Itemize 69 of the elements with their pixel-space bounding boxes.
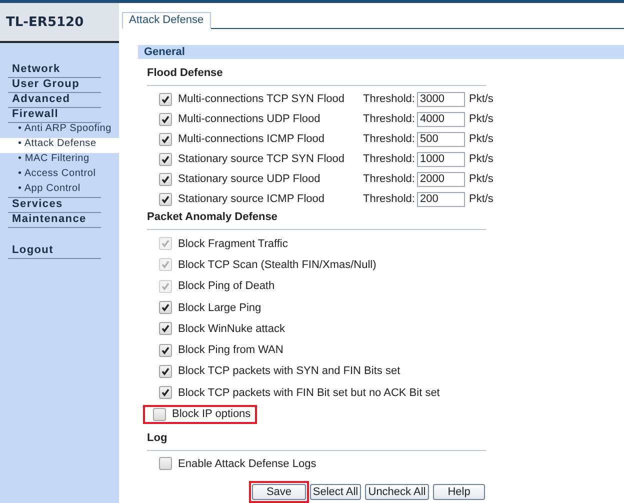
option-label: Multi-connections ICMP Flood bbox=[178, 133, 326, 145]
sidebar-item[interactable]: Network bbox=[8, 63, 101, 78]
sidebar-item[interactable]: Logout bbox=[8, 244, 101, 259]
option-label: Enable Attack Defense Logs bbox=[178, 458, 316, 470]
checkbox[interactable] bbox=[159, 386, 172, 400]
action-button[interactable]: Uncheck All bbox=[365, 484, 429, 500]
option-label: Block Large Ping bbox=[178, 302, 262, 314]
threshold-field[interactable]: 2000 bbox=[416, 172, 465, 186]
sidebar-item[interactable]: Firewall bbox=[8, 108, 101, 123]
checkbox[interactable] bbox=[159, 172, 172, 186]
group-heading: Packet Anomaly Defense bbox=[147, 210, 486, 230]
option-label: Multi-connections TCP SYN Flood bbox=[178, 93, 346, 105]
checkbox[interactable] bbox=[159, 112, 172, 126]
tab[interactable]: Attack Defense bbox=[122, 12, 211, 29]
option-label: Stationary source UDP Flood bbox=[178, 173, 322, 185]
unit-label: Pkt/s bbox=[468, 173, 494, 185]
checkbox[interactable] bbox=[159, 152, 172, 166]
threshold-label: Threshold: bbox=[363, 133, 415, 145]
sidebar-item[interactable]: • Access Control bbox=[0, 168, 119, 183]
checkbox[interactable] bbox=[159, 457, 172, 470]
sidebar-item[interactable]: • App Control bbox=[8, 183, 101, 198]
option-label: Multi-connections UDP Flood bbox=[178, 113, 322, 125]
threshold-field[interactable]: 200 bbox=[416, 192, 465, 206]
checkbox[interactable] bbox=[159, 92, 172, 106]
option-label: Stationary source TCP SYN Flood bbox=[178, 153, 346, 165]
threshold-field[interactable]: 3000 bbox=[416, 92, 465, 106]
sidebar-item[interactable]: • Anti ARP Spoofing bbox=[0, 123, 119, 138]
threshold-label: Threshold: bbox=[363, 193, 415, 205]
unit-label: Pkt/s bbox=[468, 193, 494, 205]
sidebar-item[interactable]: Services bbox=[8, 198, 101, 213]
option-label: Block Ping of Death bbox=[178, 280, 275, 292]
option-label: Block Fragment Traffic bbox=[178, 238, 288, 250]
action-button[interactable]: Save bbox=[252, 484, 306, 500]
checkbox[interactable] bbox=[159, 301, 172, 314]
option-label: Block IP options bbox=[172, 408, 251, 420]
checkbox[interactable] bbox=[159, 364, 172, 378]
threshold-label: Threshold: bbox=[363, 93, 415, 105]
option-label: Block TCP packets with SYN and FIN Bits set bbox=[178, 365, 400, 378]
sidebar-item[interactable]: • Attack Defense bbox=[0, 138, 119, 153]
option-label: Block TCP Scan (Stealth FIN/Xmas/Null) bbox=[178, 258, 376, 271]
sidebar-item[interactable]: • MAC Filtering bbox=[0, 153, 119, 168]
action-button[interactable]: Select All bbox=[310, 484, 361, 500]
checkbox[interactable] bbox=[159, 322, 172, 336]
option-label: Block Ping from WAN bbox=[178, 344, 284, 356]
device-model: TL-ER5120 bbox=[0, 3, 119, 43]
option-label: Block WinNuke attack bbox=[178, 322, 285, 335]
section-header: General bbox=[138, 45, 624, 59]
sidebar-item[interactable]: Maintenance bbox=[8, 213, 101, 228]
threshold-label: Threshold: bbox=[363, 153, 415, 165]
checkbox[interactable] bbox=[159, 192, 172, 206]
group-heading: Log bbox=[147, 430, 486, 451]
unit-label: Pkt/s bbox=[468, 93, 494, 105]
option-label: Block TCP packets with FIN Bit set but no ACK Bit set bbox=[178, 386, 440, 399]
checkbox[interactable] bbox=[153, 408, 166, 421]
action-button[interactable]: Help bbox=[433, 484, 485, 500]
unit-label: Pkt/s bbox=[468, 113, 494, 125]
unit-label: Pkt/s bbox=[468, 133, 494, 145]
sidebar-item[interactable]: Advanced bbox=[8, 93, 101, 108]
threshold-field[interactable]: 4000 bbox=[416, 112, 465, 126]
checkbox[interactable] bbox=[159, 344, 172, 357]
checkbox[interactable] bbox=[159, 132, 172, 146]
group-heading: Flood Defense bbox=[147, 66, 486, 86]
sidebar-item[interactable]: User Group bbox=[8, 78, 101, 93]
unit-label: Pkt/s bbox=[468, 153, 494, 165]
threshold-field[interactable]: 500 bbox=[416, 132, 465, 146]
option-label: Stationary source ICMP Flood bbox=[178, 193, 326, 205]
threshold-label: Threshold: bbox=[363, 173, 415, 185]
threshold-label: Threshold: bbox=[363, 113, 415, 125]
threshold-field[interactable]: 1000 bbox=[416, 152, 465, 166]
